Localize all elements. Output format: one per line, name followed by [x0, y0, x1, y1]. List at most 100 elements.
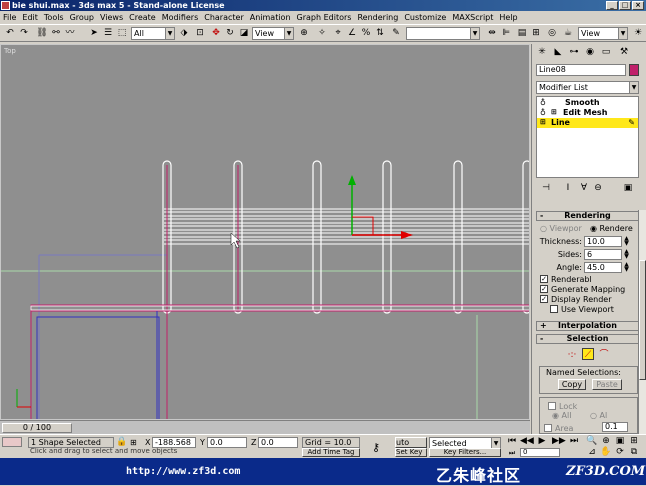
previous-frame-icon[interactable]: ◀◀	[520, 435, 534, 447]
modify-tab-icon[interactable]: ◣	[552, 46, 564, 58]
render-scene-icon[interactable]: ☕	[562, 27, 574, 39]
angle-spinner-icon[interactable]: ▲ ▼	[623, 262, 630, 273]
absolute-mode-icon[interactable]: ⊞	[130, 438, 137, 447]
checkmark-icon[interactable]: ✓	[540, 275, 548, 283]
display-render-checkbox[interactable]: ✓ Display Render	[540, 294, 612, 304]
object-name-field[interactable]: Line08	[536, 64, 626, 76]
vertex-level-icon[interactable]: ·:·	[566, 349, 578, 361]
link-icon[interactable]: ⛓	[36, 27, 48, 39]
y-coordinate-field[interactable]: 0.0	[207, 437, 247, 448]
checkmark-icon[interactable]: ✓	[540, 295, 548, 303]
rendering-rollout-header[interactable]: - Rendering	[536, 211, 639, 221]
scrollbar-thumb[interactable]	[639, 260, 646, 380]
time-slider[interactable]: 0 / 100	[2, 423, 72, 433]
viewport-scene[interactable]	[1, 45, 530, 420]
menu-views[interactable]: Views	[97, 13, 126, 22]
maximize-viewport-icon[interactable]: ⧉	[628, 446, 640, 458]
lightbulb-icon[interactable]: ♁	[540, 98, 546, 107]
menu-create[interactable]: Create	[126, 13, 159, 22]
pivot-center-icon[interactable]: ⊕	[298, 27, 310, 39]
stack-item-line[interactable]: ⊞ Line ✎	[537, 118, 638, 128]
snap-toggle-icon[interactable]: ⌖	[332, 27, 344, 39]
spline-level-icon[interactable]: ⌒	[598, 349, 610, 361]
spinner-snap-icon[interactable]: ⇅	[374, 27, 386, 39]
play-icon[interactable]: ▶	[536, 435, 548, 447]
expand-icon[interactable]: ⊞	[551, 108, 557, 116]
quick-render-icon[interactable]: ☀	[632, 27, 644, 39]
expand-icon[interactable]: ⊞	[540, 118, 546, 126]
bind-space-warp-icon[interactable]: 〰	[64, 27, 76, 39]
generate-mapping-checkbox[interactable]: ✓ Generate Mapping	[540, 284, 625, 294]
angle-input[interactable]: 45.0	[584, 262, 622, 273]
redo-icon[interactable]: ↷	[18, 27, 30, 39]
auto-key-button[interactable]: uto Key	[395, 437, 427, 456]
lock-icon[interactable]: 🔒	[116, 436, 128, 448]
track-view-icon[interactable]: ▤	[516, 27, 528, 39]
pin-stack-icon[interactable]: ⊣	[540, 182, 552, 194]
renderable-checkbox[interactable]: ✓ Renderabl	[540, 274, 592, 284]
select-by-name-icon[interactable]: ☰	[102, 27, 114, 39]
goto-end-icon[interactable]: ⏭	[568, 435, 580, 447]
maximize-button[interactable]: □	[619, 1, 631, 10]
minimize-button[interactable]: _	[606, 1, 618, 10]
select-object-icon[interactable]: ➤	[88, 27, 100, 39]
x-coordinate-field[interactable]: -188.568	[152, 437, 196, 448]
percent-snap-icon[interactable]: %	[360, 27, 372, 39]
menu-character[interactable]: Character	[201, 13, 247, 22]
named-selection-dropdown[interactable]: ▼	[406, 27, 480, 40]
ref-coord-dropdown[interactable]: View ▼	[252, 27, 294, 40]
select-region-icon[interactable]: ⬗	[178, 27, 190, 39]
area-input[interactable]: 0.1	[602, 422, 628, 432]
copy-button[interactable]: Copy	[558, 379, 586, 390]
paste-button[interactable]: Paste	[592, 379, 622, 390]
rotate-icon[interactable]: ↻	[224, 27, 236, 39]
empty-checkbox-icon[interactable]	[548, 402, 556, 410]
thickness-spinner-icon[interactable]: ▲ ▼	[623, 236, 630, 247]
next-frame-icon[interactable]: ▶▶	[552, 435, 566, 447]
alike-radio[interactable]: ◉ All	[552, 411, 571, 420]
remove-modifier-icon[interactable]: ⊖	[592, 182, 604, 194]
menu-modifiers[interactable]: Modifiers	[159, 13, 202, 22]
stack-item-edit-mesh[interactable]: ♁ ⊞ Edit Mesh	[537, 108, 638, 118]
field-of-view-icon[interactable]: ⊿	[586, 446, 598, 458]
undo-icon[interactable]: ↶	[4, 27, 16, 39]
schematic-view-icon[interactable]: ⊞	[530, 27, 542, 39]
lock-handles-checkbox[interactable]: Lock	[548, 401, 577, 411]
segment-level-icon[interactable]: ⟋	[582, 348, 594, 360]
menu-group[interactable]: Group	[67, 13, 97, 22]
scale-icon[interactable]: ◪	[238, 27, 250, 39]
close-button[interactable]: ×	[632, 1, 644, 10]
command-panel-scrollbar[interactable]	[638, 210, 646, 434]
display-tab-icon[interactable]: ▭	[600, 46, 612, 58]
selection-filter-dropdown[interactable]: All ▼	[131, 27, 175, 40]
sides-input[interactable]: 6	[584, 249, 622, 260]
empty-checkbox-icon[interactable]	[544, 424, 552, 432]
lightbulb-icon[interactable]: ♁	[540, 108, 546, 117]
create-tab-icon[interactable]: ✳	[536, 46, 548, 58]
z-coordinate-field[interactable]: 0.0	[258, 437, 298, 448]
edit-pencil-icon[interactable]: ✎	[628, 118, 635, 127]
current-frame-field[interactable]: 0	[520, 448, 560, 457]
show-end-result-icon[interactable]: I	[562, 182, 574, 194]
sides-spinner-icon[interactable]: ▲ ▼	[623, 249, 630, 260]
render-type-dropdown[interactable]: View ▼	[578, 27, 628, 40]
stack-item-smooth[interactable]: ♁ Smooth	[537, 98, 638, 108]
angle-snap-icon[interactable]: ∠	[346, 27, 358, 39]
pan-icon[interactable]: ✋	[600, 446, 612, 458]
all-radio[interactable]: ○ Al	[590, 411, 607, 420]
unlink-icon[interactable]: ⚯	[50, 27, 62, 39]
align-icon[interactable]: ⊫	[500, 27, 512, 39]
modifier-list-dropdown[interactable]: Modifier List ▼	[536, 81, 639, 94]
menu-graph-editors[interactable]: Graph Editors	[294, 13, 355, 22]
menu-animation[interactable]: Animation	[247, 13, 294, 22]
viewport-radio[interactable]: ○ Viewpor	[540, 224, 582, 233]
mirror-icon[interactable]: ⇹	[486, 27, 498, 39]
named-selection-icon[interactable]: ✎	[390, 27, 402, 39]
renderer-radio[interactable]: ◉ Rendere	[590, 224, 633, 233]
viewport-top[interactable]: Top	[0, 44, 530, 420]
select-manipulate-icon[interactable]: ✧	[316, 27, 328, 39]
utilities-tab-icon[interactable]: ⚒	[618, 46, 630, 58]
goto-start-icon[interactable]: ⏮	[506, 435, 518, 447]
menu-edit[interactable]: Edit	[19, 13, 41, 22]
move-icon[interactable]: ✥	[210, 27, 222, 39]
